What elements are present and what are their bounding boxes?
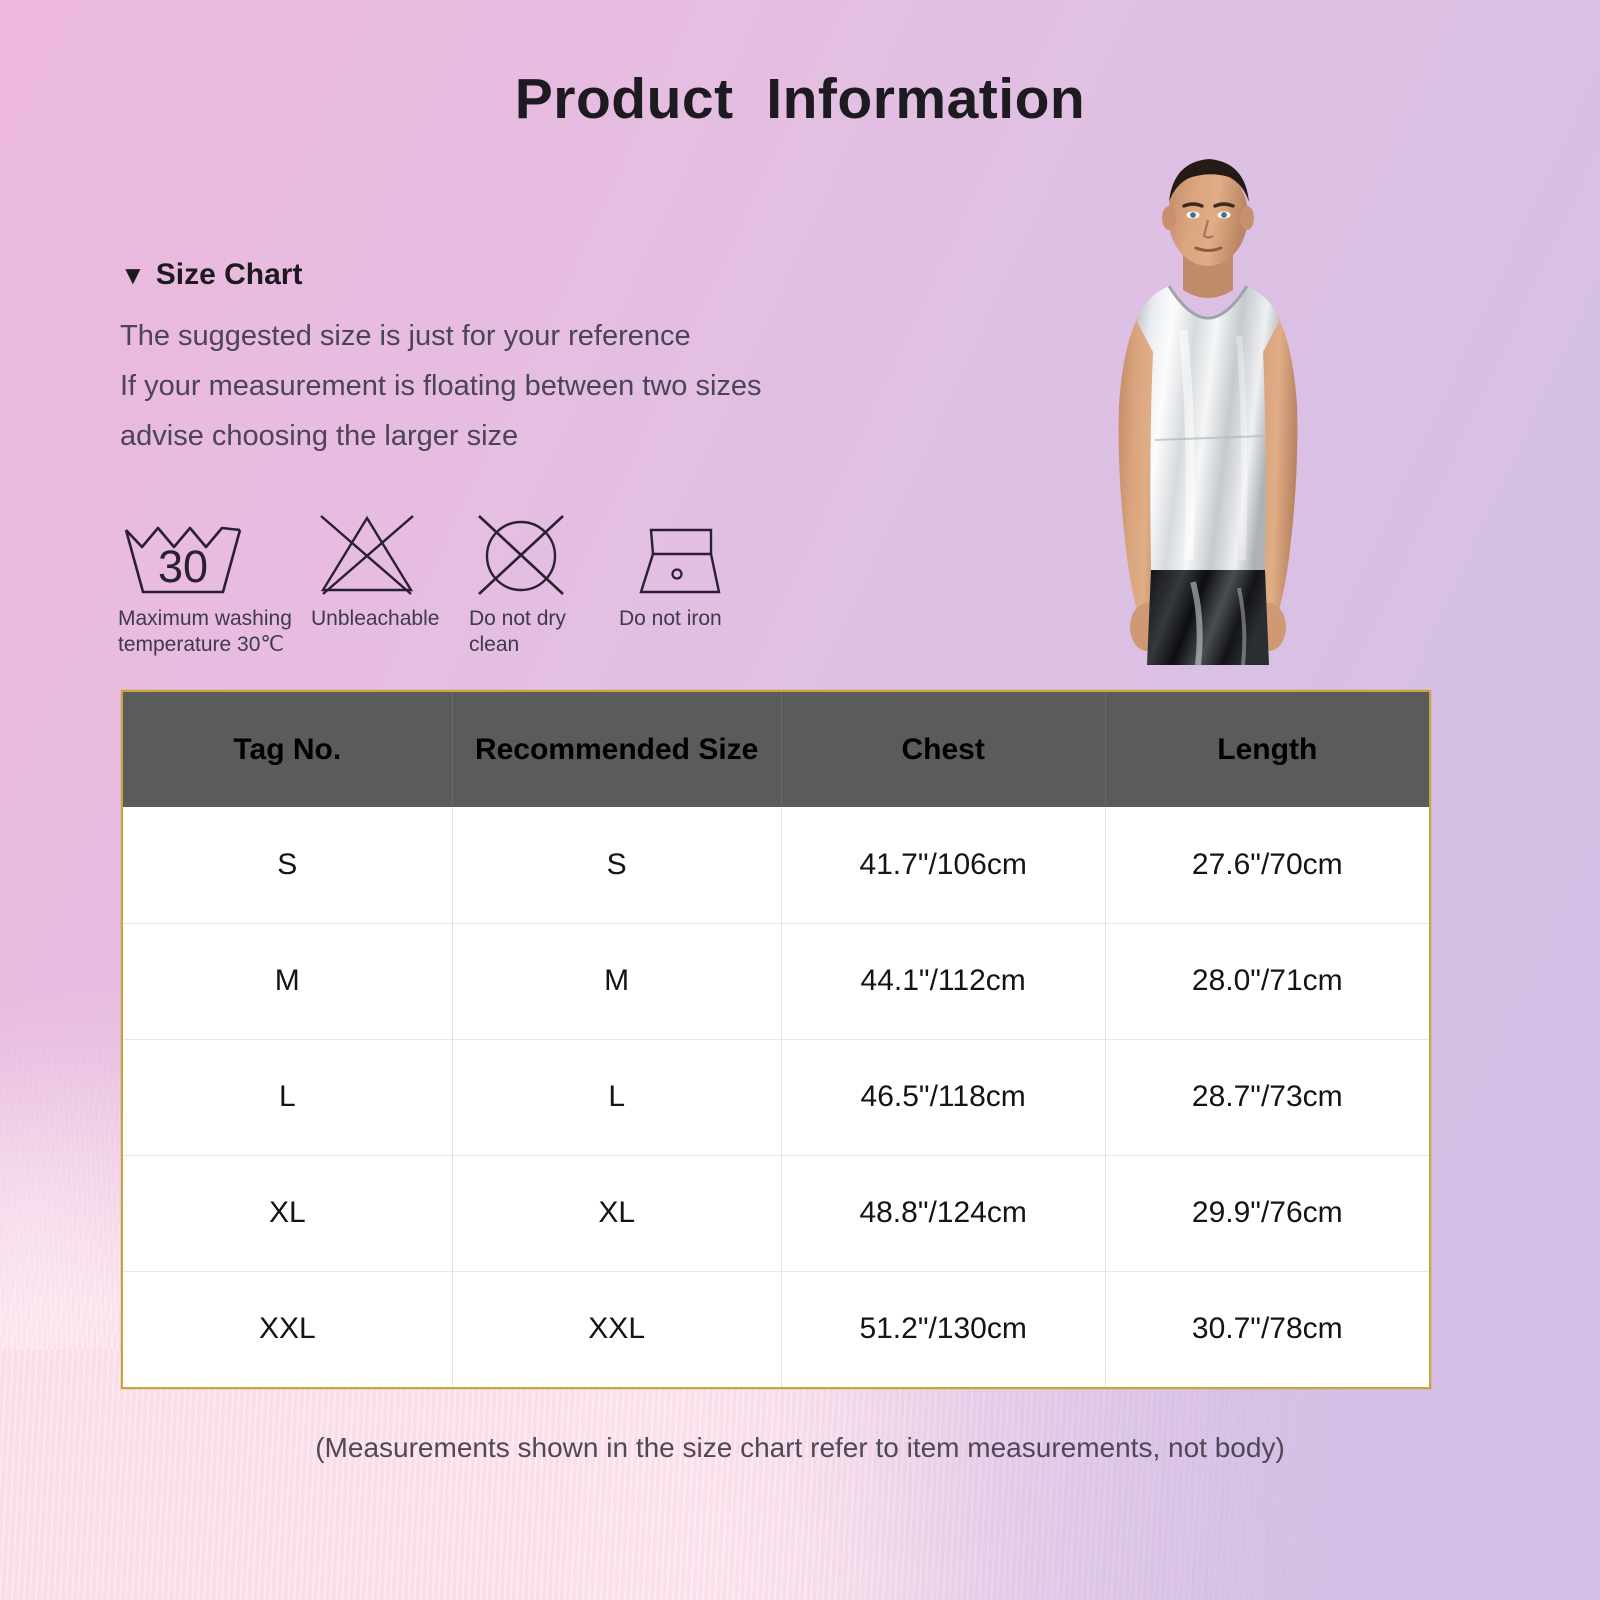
cell-recommended-size: S [452, 807, 782, 923]
cell-tag-no: L [123, 1038, 453, 1155]
table-row: XXL XXL 51.2"/130cm 30.7"/78cm [123, 1270, 1429, 1387]
description-line: The suggested size is just for your refe… [120, 320, 691, 352]
size-chart-table: Tag No. Recommended Size Chest Length S … [121, 690, 1431, 1389]
cell-chest: 41.7"/106cm [781, 807, 1106, 923]
care-symbol-wash: 30 Maximum washing temperature 30℃ [118, 508, 311, 658]
cell-tag-no: S [123, 807, 453, 923]
cell-recommended-size: XL [452, 1154, 782, 1271]
wash-temperature-value: 30 [158, 541, 208, 592]
table-header-recommended-size: Recommended Size [452, 692, 782, 807]
table-header-tag-no: Tag No. [123, 692, 453, 807]
care-symbol-caption: Unbleachable [311, 607, 440, 630]
product-model-photo [1043, 140, 1373, 665]
measurement-disclaimer: (Measurements shown in the size chart re… [315, 1432, 1285, 1463]
cell-recommended-size: M [452, 922, 782, 1039]
cell-length: 28.0"/71cm [1105, 922, 1429, 1039]
care-symbol-dry-clean: Do not dry clean [469, 508, 619, 658]
cell-length: 29.9"/76cm [1105, 1154, 1429, 1271]
table-row: S S 41.7"/106cm 27.6"/70cm [123, 807, 1429, 923]
care-symbol-iron: Do not iron [619, 508, 779, 658]
cell-chest: 51.2"/130cm [781, 1270, 1106, 1387]
cell-tag-no: M [123, 922, 453, 1039]
cell-tag-no: XXL [123, 1270, 453, 1387]
do-not-dry-clean-icon [469, 508, 573, 598]
do-not-iron-icon [619, 508, 731, 598]
size-chart-description: The suggested size is just for your refe… [120, 312, 940, 462]
cell-length: 27.6"/70cm [1105, 807, 1429, 923]
size-chart-heading-label: Size Chart [155, 258, 303, 291]
care-symbol-bleach: Unbleachable [311, 508, 469, 658]
cell-chest: 44.1"/112cm [781, 922, 1106, 1039]
cell-recommended-size: XXL [452, 1270, 782, 1387]
care-symbols-row: 30 Maximum washing temperature 30℃ Unble… [118, 508, 779, 658]
table-row: M M 44.1"/112cm 28.0"/71cm [123, 922, 1429, 1039]
size-chart-heading: ▼ Size Chart [120, 258, 302, 292]
care-symbol-caption: Maximum washing temperature 30℃ [118, 607, 292, 657]
cell-tag-no: XL [123, 1154, 453, 1271]
cell-chest: 48.8"/124cm [781, 1154, 1106, 1271]
care-symbol-caption: Do not iron [619, 607, 722, 630]
cell-recommended-size: L [452, 1038, 782, 1155]
caret-down-icon: ▼ [120, 260, 146, 290]
wash-tub-30-icon: 30 [118, 508, 248, 598]
table-row: XL XL 48.8"/124cm 29.9"/76cm [123, 1154, 1429, 1271]
page-title: Product Information [514, 67, 1086, 131]
description-line: advise choosing the larger size [120, 419, 519, 452]
cell-chest: 46.5"/118cm [781, 1038, 1106, 1155]
cell-length: 30.7"/78cm [1105, 1270, 1429, 1387]
care-symbol-caption: Do not dry clean [469, 607, 566, 657]
table-row: L L 46.5"/118cm 28.7"/73cm [123, 1038, 1429, 1155]
do-not-bleach-icon [311, 508, 423, 598]
table-header-length: Length [1105, 692, 1429, 807]
table-header-row: Tag No. Recommended Size Chest Length [123, 692, 1429, 807]
description-line: If your measurement is floating between … [120, 369, 762, 402]
table-header-chest: Chest [781, 692, 1106, 807]
cell-length: 28.7"/73cm [1105, 1038, 1429, 1155]
